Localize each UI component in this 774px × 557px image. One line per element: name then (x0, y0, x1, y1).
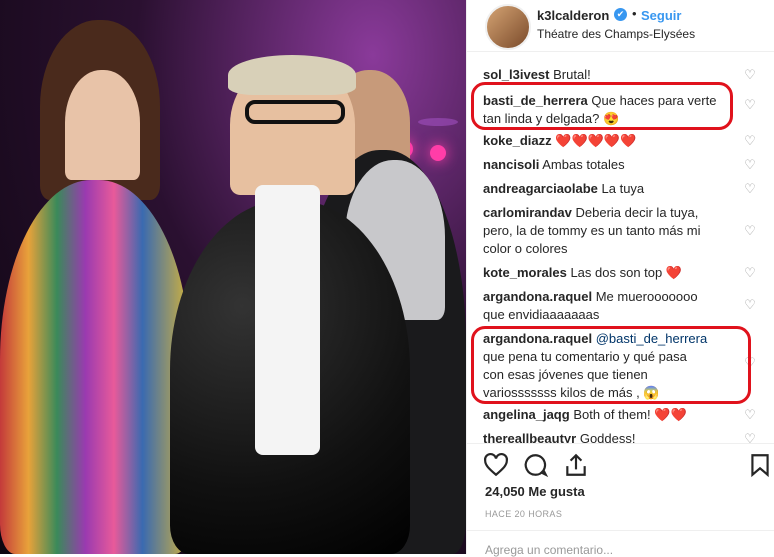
heart-icon[interactable]: ♡ (743, 432, 757, 444)
follow-button[interactable]: Seguir (641, 8, 681, 23)
comment-text: Las dos son top ❤️ (570, 265, 683, 280)
comments-list[interactable]: sol_l3ivest Brutal! ♡ basti_de_herrera Q… (467, 58, 774, 443)
post-timestamp: HACE 20 HORAS (485, 509, 563, 519)
comment-username[interactable]: thereallbeautyr (483, 431, 576, 443)
comment-username[interactable]: carlomirandav (483, 205, 572, 220)
comment-item: carlomirandav Deberia decir la tuya, per… (483, 204, 753, 258)
heart-icon[interactable]: ♡ (743, 298, 757, 312)
comment-item: angelina_jaqg Both of them! ❤️❤️ (483, 406, 753, 424)
comment-text: Goddess! (579, 431, 636, 443)
comment-bubble-icon[interactable] (523, 452, 549, 478)
highlight-box (471, 82, 733, 130)
comment-username[interactable]: kote_morales (483, 265, 567, 280)
highlight-box (471, 326, 751, 404)
comment-text: La tuya (601, 181, 645, 196)
comment-text: Deberia decir la tuya, (575, 205, 699, 220)
heart-icon[interactable]: ♡ (743, 158, 757, 172)
location-link[interactable]: Théatre des Champs-Elysées (537, 27, 695, 41)
comment-text: pero, la de tommy es un tanto más mi (483, 223, 701, 238)
comment-username[interactable]: sol_l3ivest (483, 67, 550, 82)
comment-username[interactable]: angelina_jaqg (483, 407, 570, 422)
username-link[interactable]: k3lcalderon (537, 8, 609, 23)
comment-item: koke_diazz ❤️❤️❤️❤️❤️ (483, 132, 753, 150)
heart-outline-icon[interactable] (483, 452, 509, 478)
verified-badge-icon: ✔ (614, 8, 627, 21)
action-bar (467, 443, 774, 483)
heart-icon[interactable]: ♡ (743, 408, 757, 422)
comment-text: Both of them! ❤️❤️ (573, 407, 687, 422)
share-arrow-icon[interactable] (563, 452, 589, 478)
separator-dot: • (632, 6, 637, 21)
heart-icon[interactable]: ♡ (743, 224, 757, 238)
comment-text: color o colores (483, 241, 568, 256)
comment-username[interactable]: nancisoli (483, 157, 539, 172)
comment-item: kote_morales Las dos son top ❤️ (483, 264, 753, 282)
heart-icon[interactable]: ♡ (743, 98, 757, 112)
bookmark-icon[interactable] (747, 452, 773, 478)
heart-icon[interactable]: ♡ (743, 134, 757, 148)
add-comment-input[interactable]: Agrega un comentario... (485, 543, 613, 557)
comment-username[interactable]: argandona.raquel (483, 289, 592, 304)
comment-username[interactable]: koke_diazz (483, 133, 552, 148)
comment-text: que envidiaaaaaaas (483, 307, 600, 322)
likes-count[interactable]: 24,050 Me gusta (485, 484, 585, 499)
comment-text: Ambas totales (542, 157, 625, 172)
comment-text: Me muerooooooo (595, 289, 698, 304)
comment-item: nancisoli Ambas totales (483, 156, 753, 174)
comment-item: thereallbeautyr Goddess! (483, 430, 753, 443)
post-photo (0, 0, 466, 554)
comment-text: Brutal! (553, 67, 591, 82)
comment-item: argandona.raquel Me muerooooooo que envi… (483, 288, 753, 324)
comment-text: ❤️❤️❤️❤️❤️ (555, 133, 637, 148)
comment-username[interactable]: andreagarciaolabe (483, 181, 598, 196)
heart-icon[interactable]: ♡ (743, 266, 757, 280)
post-panel: k3lcalderon ✔ • Seguir Théatre des Champ… (466, 0, 774, 557)
heart-icon[interactable]: ♡ (743, 68, 757, 82)
post-header: k3lcalderon ✔ • Seguir Théatre des Champ… (467, 0, 774, 52)
add-comment-bar: Agrega un comentario... (467, 530, 774, 557)
heart-icon[interactable]: ♡ (743, 182, 757, 196)
comment-item: andreagarciaolabe La tuya (483, 180, 753, 198)
avatar[interactable] (485, 4, 531, 50)
